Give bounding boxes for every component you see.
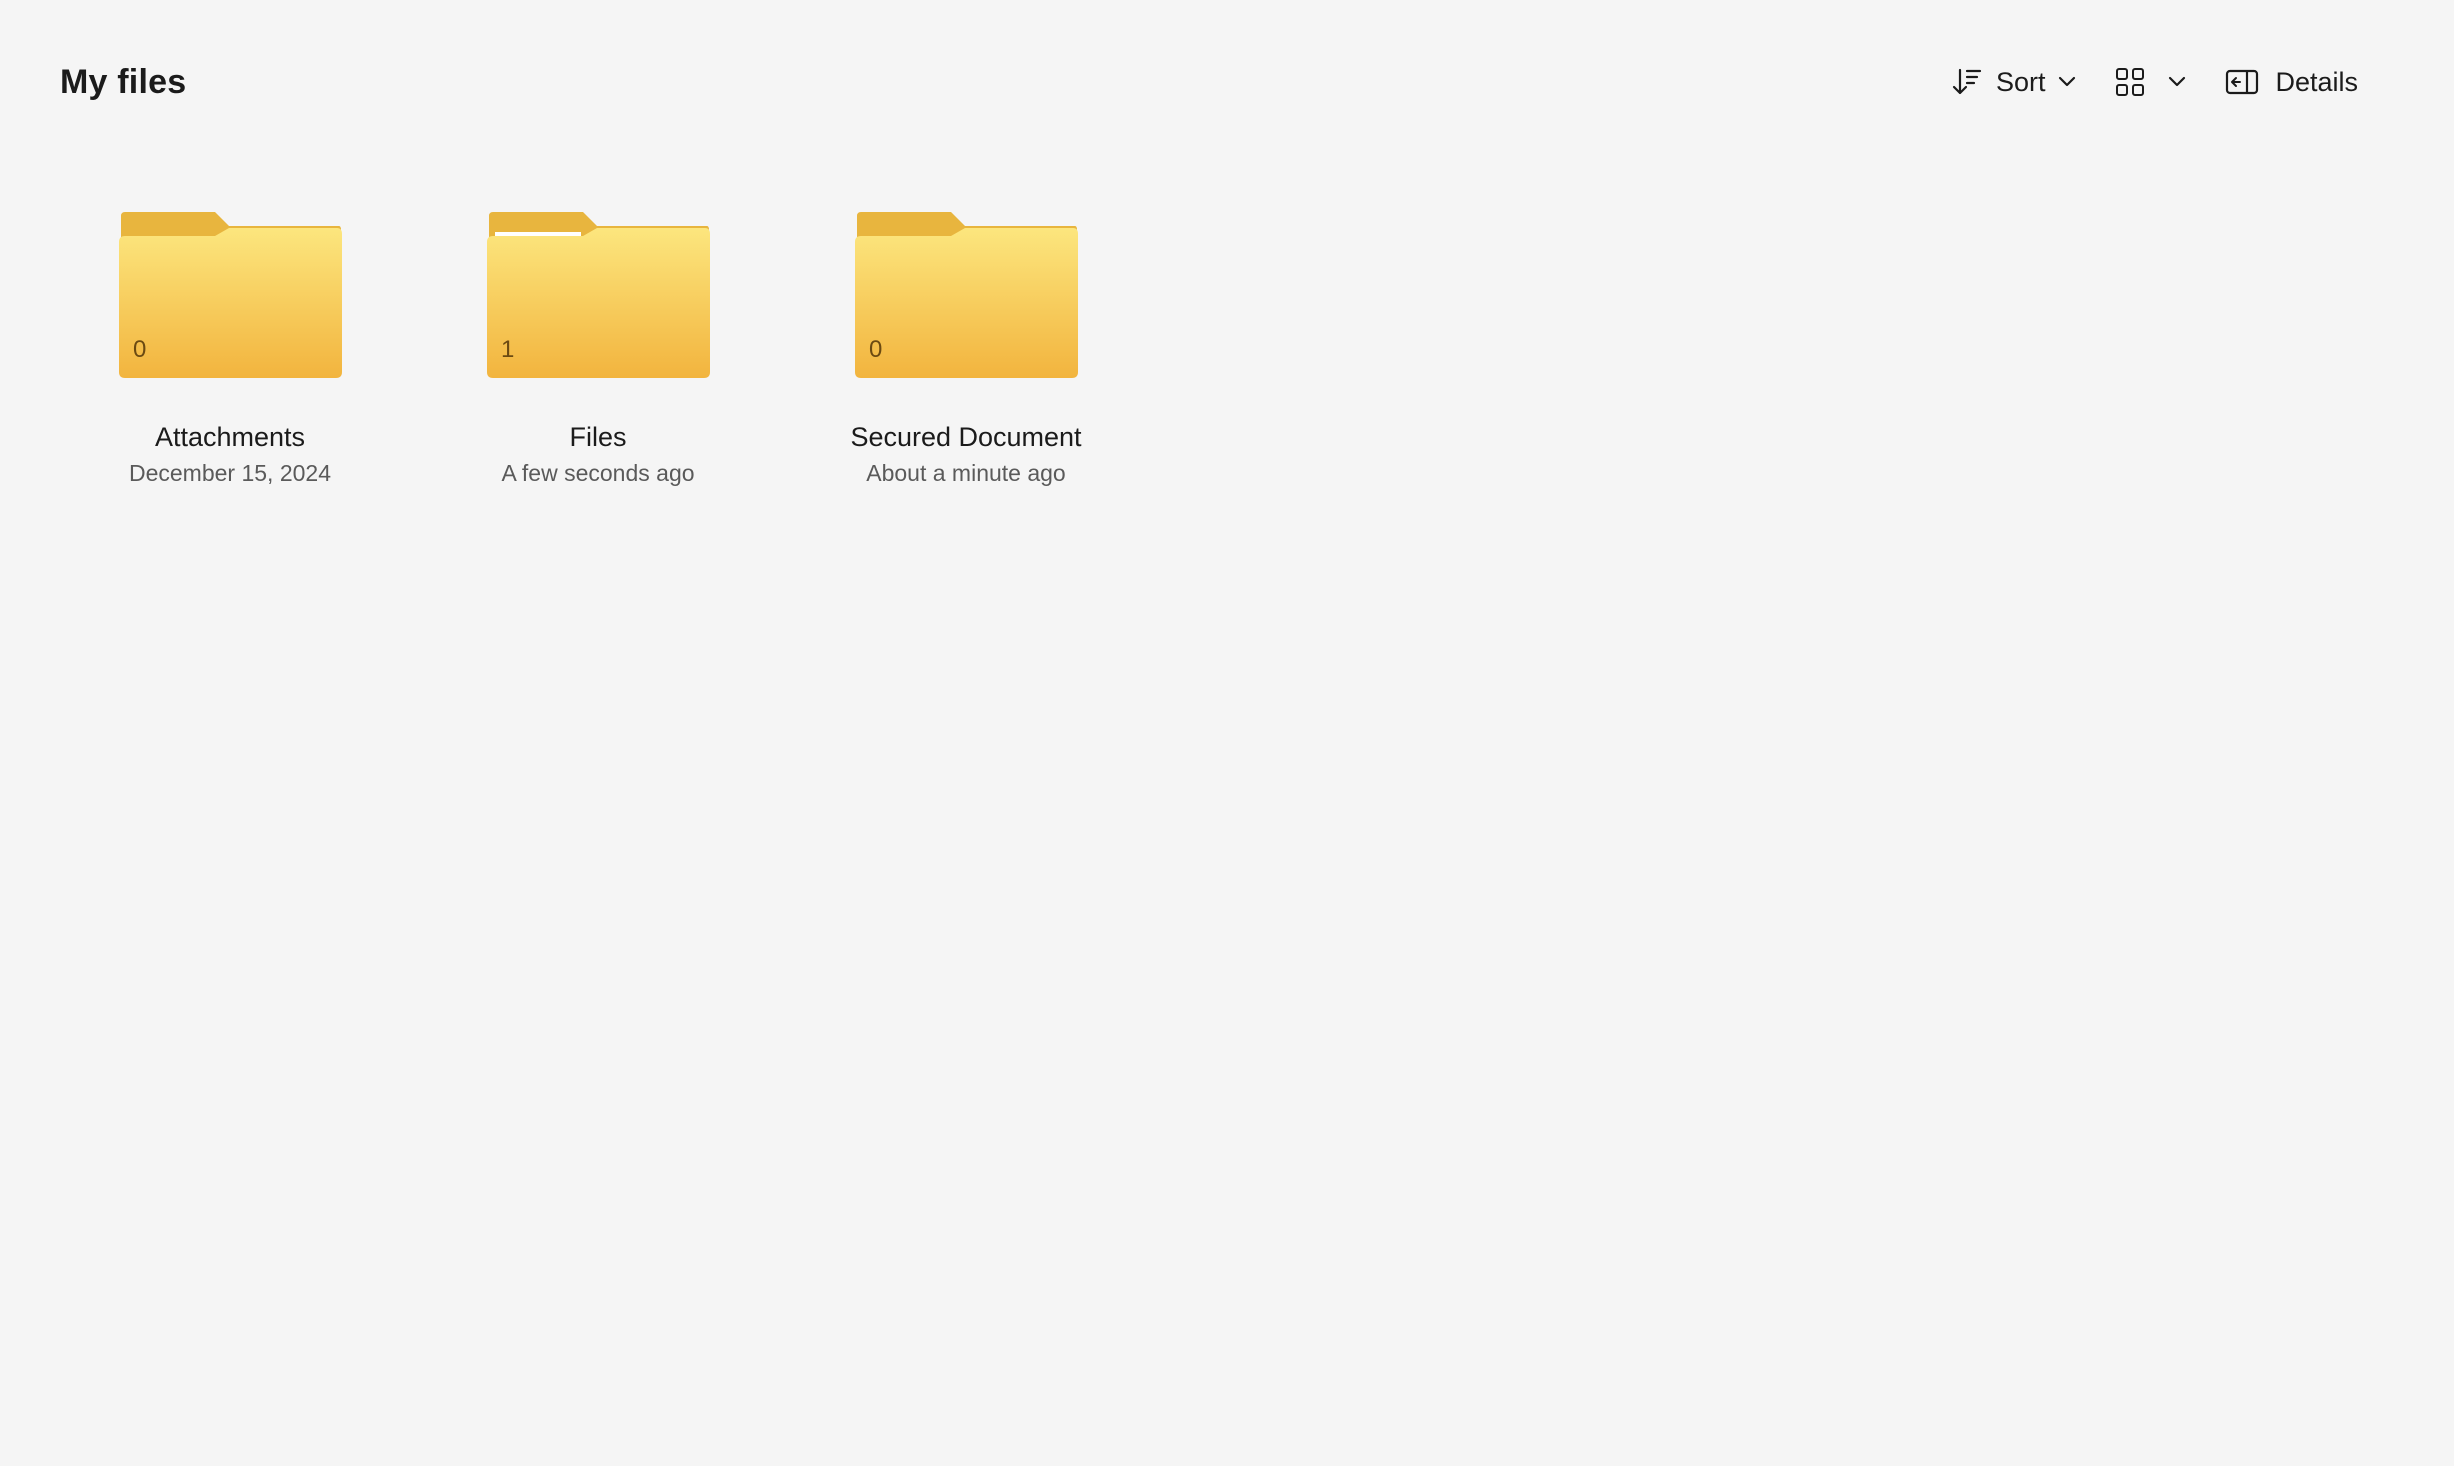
- folder-tile[interactable]: 0 Attachments December 15, 2024: [100, 210, 360, 488]
- folder-item-count: 0: [133, 336, 147, 363]
- details-button[interactable]: Details: [2219, 58, 2364, 106]
- details-pane-icon: [2225, 68, 2259, 96]
- folder-icon: 1: [485, 210, 711, 382]
- folder-icon: 0: [117, 210, 343, 382]
- chevron-down-icon: [2057, 75, 2077, 89]
- folder-modified-date: A few seconds ago: [501, 460, 695, 486]
- folder-icon: 0: [853, 210, 1079, 382]
- sort-button[interactable]: Sort: [1946, 58, 2084, 106]
- folder-tile[interactable]: 1 Files A few seconds ago: [468, 210, 728, 488]
- view-options-button[interactable]: [2109, 58, 2193, 106]
- folder-item-count: 1: [501, 336, 515, 363]
- folder-name: Attachments: [154, 422, 306, 452]
- chevron-down-icon: [2145, 75, 2187, 89]
- folder-item-count: 0: [869, 336, 883, 363]
- folder-grid: 0 Attachments December 15, 2024 1 Files …: [100, 210, 1204, 488]
- sort-label: Sort: [1995, 67, 2046, 97]
- folder-modified-date: About a minute ago: [866, 460, 1066, 486]
- folder-modified-date: December 15, 2024: [128, 460, 331, 486]
- my-files-page: My files Sort Details 0 Attachments Dece…: [0, 0, 2454, 1466]
- folder-name: Secured Document: [850, 422, 1082, 452]
- header-bar: My files Sort Details: [0, 0, 2454, 160]
- page-title: My files: [60, 63, 187, 101]
- details-label: Details: [2275, 67, 2358, 97]
- folder-tile[interactable]: 0 Secured Document About a minute ago: [836, 210, 1096, 488]
- sort-descending-icon: [1952, 66, 1982, 98]
- toolbar: Sort Details: [1920, 58, 2364, 106]
- folder-name: Files: [569, 422, 627, 452]
- grid-view-icon: [2115, 67, 2145, 97]
